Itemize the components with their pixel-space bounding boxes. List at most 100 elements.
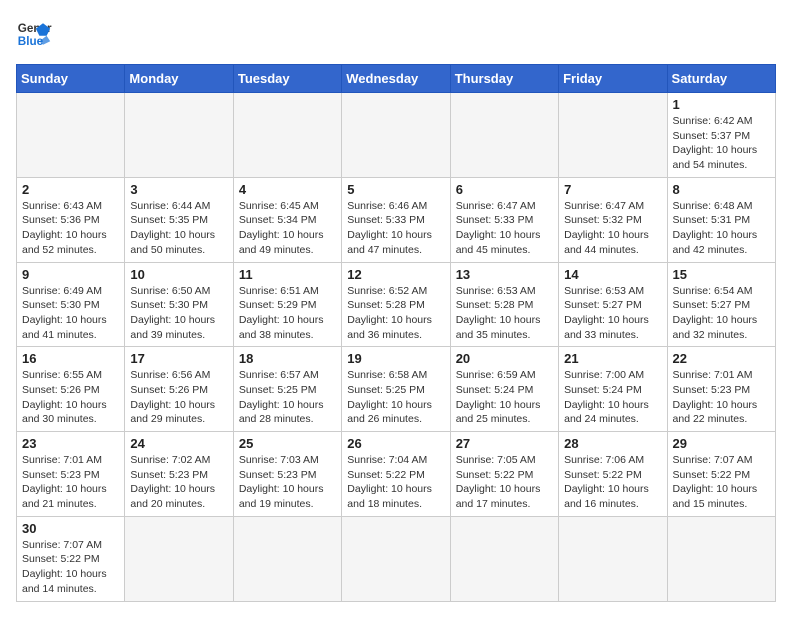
- calendar-cell: [342, 93, 450, 178]
- calendar-cell: [342, 516, 450, 601]
- day-info: Sunrise: 7:07 AM Sunset: 5:22 PM Dayligh…: [673, 453, 770, 512]
- calendar-week-1: 2Sunrise: 6:43 AM Sunset: 5:36 PM Daylig…: [17, 177, 776, 262]
- calendar-cell: 18 Sunrise: 6:57 AM Sunset: 5:25 PM Dayli…: [233, 347, 341, 432]
- day-info: Sunrise: 7:03 AM Sunset: 5:23 PM Dayligh…: [239, 453, 336, 512]
- day-number: 7: [564, 182, 661, 197]
- calendar-cell: [667, 516, 775, 601]
- calendar-body: 1Sunrise: 6:42 AM Sunset: 5:37 PM Daylig…: [17, 93, 776, 602]
- day-number: 13: [456, 267, 553, 282]
- calendar-cell: 30Sunrise: 7:07 AM Sunset: 5:22 PM Dayli…: [17, 516, 125, 601]
- calendar-cell: 1Sunrise: 6:42 AM Sunset: 5:37 PM Daylig…: [667, 93, 775, 178]
- day-info: Sunrise: 6:55 AM Sunset: 5:26 PM Dayligh…: [22, 368, 119, 427]
- day-number: 1: [673, 97, 770, 112]
- calendar-cell: 25Sunrise: 7:03 AM Sunset: 5:23 PM Dayli…: [233, 432, 341, 517]
- day-number: 8: [673, 182, 770, 197]
- day-number: 3: [130, 182, 227, 197]
- weekday-header-monday: Monday: [125, 65, 233, 93]
- calendar-cell: [559, 516, 667, 601]
- day-number: 20: [456, 351, 553, 366]
- day-info: Sunrise: 6:57 AM Sunset: 5:25 PM Dayligh…: [239, 368, 336, 427]
- calendar-cell: 26Sunrise: 7:04 AM Sunset: 5:22 PM Dayli…: [342, 432, 450, 517]
- day-info: Sunrise: 7:06 AM Sunset: 5:22 PM Dayligh…: [564, 453, 661, 512]
- weekday-header-sunday: Sunday: [17, 65, 125, 93]
- calendar: SundayMondayTuesdayWednesdayThursdayFrid…: [16, 64, 776, 602]
- day-number: 6: [456, 182, 553, 197]
- calendar-cell: 3Sunrise: 6:44 AM Sunset: 5:35 PM Daylig…: [125, 177, 233, 262]
- day-number: 15: [673, 267, 770, 282]
- calendar-cell: 21Sunrise: 7:00 AM Sunset: 5:24 PM Dayli…: [559, 347, 667, 432]
- day-info: Sunrise: 6:51 AM Sunset: 5:29 PM Dayligh…: [239, 284, 336, 343]
- calendar-cell: 2Sunrise: 6:43 AM Sunset: 5:36 PM Daylig…: [17, 177, 125, 262]
- day-info: Sunrise: 6:58 AM Sunset: 5:25 PM Dayligh…: [347, 368, 444, 427]
- weekday-header-saturday: Saturday: [667, 65, 775, 93]
- weekday-header-tuesday: Tuesday: [233, 65, 341, 93]
- day-number: 5: [347, 182, 444, 197]
- calendar-cell: 8Sunrise: 6:48 AM Sunset: 5:31 PM Daylig…: [667, 177, 775, 262]
- day-number: 4: [239, 182, 336, 197]
- calendar-week-4: 23 Sunrise: 7:01 AM Sunset: 5:23 PM Dayli…: [17, 432, 776, 517]
- calendar-cell: 5 Sunrise: 6:46 AM Sunset: 5:33 PM Daylig…: [342, 177, 450, 262]
- calendar-week-3: 16 Sunrise: 6:55 AM Sunset: 5:26 PM Dayli…: [17, 347, 776, 432]
- day-info: Sunrise: 6:46 AM Sunset: 5:33 PM Dayligh…: [347, 199, 444, 258]
- day-number: 23: [22, 436, 119, 451]
- day-number: 19: [347, 351, 444, 366]
- day-number: 21: [564, 351, 661, 366]
- calendar-cell: 10 Sunrise: 6:50 AM Sunset: 5:30 PM Dayli…: [125, 262, 233, 347]
- day-number: 10: [130, 267, 227, 282]
- day-number: 28: [564, 436, 661, 451]
- day-info: Sunrise: 6:50 AM Sunset: 5:30 PM Dayligh…: [130, 284, 227, 343]
- day-info: Sunrise: 7:01 AM Sunset: 5:23 PM Dayligh…: [673, 368, 770, 427]
- day-number: 14: [564, 267, 661, 282]
- calendar-cell: 19 Sunrise: 6:58 AM Sunset: 5:25 PM Dayli…: [342, 347, 450, 432]
- calendar-cell: 14 Sunrise: 6:53 AM Sunset: 5:27 PM Dayli…: [559, 262, 667, 347]
- day-info: Sunrise: 7:05 AM Sunset: 5:22 PM Dayligh…: [456, 453, 553, 512]
- calendar-cell: 23 Sunrise: 7:01 AM Sunset: 5:23 PM Dayli…: [17, 432, 125, 517]
- day-info: Sunrise: 7:02 AM Sunset: 5:23 PM Dayligh…: [130, 453, 227, 512]
- day-number: 16: [22, 351, 119, 366]
- weekday-header-thursday: Thursday: [450, 65, 558, 93]
- day-info: Sunrise: 6:54 AM Sunset: 5:27 PM Dayligh…: [673, 284, 770, 343]
- calendar-cell: 20 Sunrise: 6:59 AM Sunset: 5:24 PM Dayli…: [450, 347, 558, 432]
- day-number: 9: [22, 267, 119, 282]
- calendar-cell: 17 Sunrise: 6:56 AM Sunset: 5:26 PM Dayli…: [125, 347, 233, 432]
- calendar-week-0: 1Sunrise: 6:42 AM Sunset: 5:37 PM Daylig…: [17, 93, 776, 178]
- day-info: Sunrise: 6:56 AM Sunset: 5:26 PM Dayligh…: [130, 368, 227, 427]
- calendar-cell: 27 Sunrise: 7:05 AM Sunset: 5:22 PM Dayli…: [450, 432, 558, 517]
- day-number: 17: [130, 351, 227, 366]
- day-number: 27: [456, 436, 553, 451]
- calendar-cell: [559, 93, 667, 178]
- calendar-cell: [125, 516, 233, 601]
- day-info: Sunrise: 6:53 AM Sunset: 5:28 PM Dayligh…: [456, 284, 553, 343]
- calendar-cell: 28 Sunrise: 7:06 AM Sunset: 5:22 PM Dayli…: [559, 432, 667, 517]
- weekday-header-wednesday: Wednesday: [342, 65, 450, 93]
- calendar-cell: 22 Sunrise: 7:01 AM Sunset: 5:23 PM Dayli…: [667, 347, 775, 432]
- day-info: Sunrise: 6:49 AM Sunset: 5:30 PM Dayligh…: [22, 284, 119, 343]
- day-number: 22: [673, 351, 770, 366]
- weekday-header-friday: Friday: [559, 65, 667, 93]
- day-info: Sunrise: 6:53 AM Sunset: 5:27 PM Dayligh…: [564, 284, 661, 343]
- calendar-cell: 7 Sunrise: 6:47 AM Sunset: 5:32 PM Daylig…: [559, 177, 667, 262]
- calendar-cell: [450, 93, 558, 178]
- day-info: Sunrise: 6:47 AM Sunset: 5:32 PM Dayligh…: [564, 199, 661, 258]
- calendar-cell: 24Sunrise: 7:02 AM Sunset: 5:23 PM Dayli…: [125, 432, 233, 517]
- logo-icon: General Blue: [16, 16, 52, 52]
- calendar-cell: 29Sunrise: 7:07 AM Sunset: 5:22 PM Dayli…: [667, 432, 775, 517]
- calendar-cell: 15 Sunrise: 6:54 AM Sunset: 5:27 PM Dayli…: [667, 262, 775, 347]
- calendar-cell: [233, 516, 341, 601]
- day-info: Sunrise: 6:59 AM Sunset: 5:24 PM Dayligh…: [456, 368, 553, 427]
- day-info: Sunrise: 7:01 AM Sunset: 5:23 PM Dayligh…: [22, 453, 119, 512]
- day-info: Sunrise: 6:43 AM Sunset: 5:36 PM Dayligh…: [22, 199, 119, 258]
- calendar-cell: 6 Sunrise: 6:47 AM Sunset: 5:33 PM Daylig…: [450, 177, 558, 262]
- calendar-header-row: SundayMondayTuesdayWednesdayThursdayFrid…: [17, 65, 776, 93]
- calendar-cell: 12 Sunrise: 6:52 AM Sunset: 5:28 PM Dayli…: [342, 262, 450, 347]
- logo: General Blue: [16, 16, 52, 52]
- day-info: Sunrise: 7:04 AM Sunset: 5:22 PM Dayligh…: [347, 453, 444, 512]
- day-number: 18: [239, 351, 336, 366]
- calendar-cell: 16 Sunrise: 6:55 AM Sunset: 5:26 PM Dayli…: [17, 347, 125, 432]
- day-number: 12: [347, 267, 444, 282]
- day-info: Sunrise: 6:45 AM Sunset: 5:34 PM Dayligh…: [239, 199, 336, 258]
- calendar-week-2: 9 Sunrise: 6:49 AM Sunset: 5:30 PM Daylig…: [17, 262, 776, 347]
- day-number: 30: [22, 521, 119, 536]
- day-info: Sunrise: 6:47 AM Sunset: 5:33 PM Dayligh…: [456, 199, 553, 258]
- day-info: Sunrise: 6:52 AM Sunset: 5:28 PM Dayligh…: [347, 284, 444, 343]
